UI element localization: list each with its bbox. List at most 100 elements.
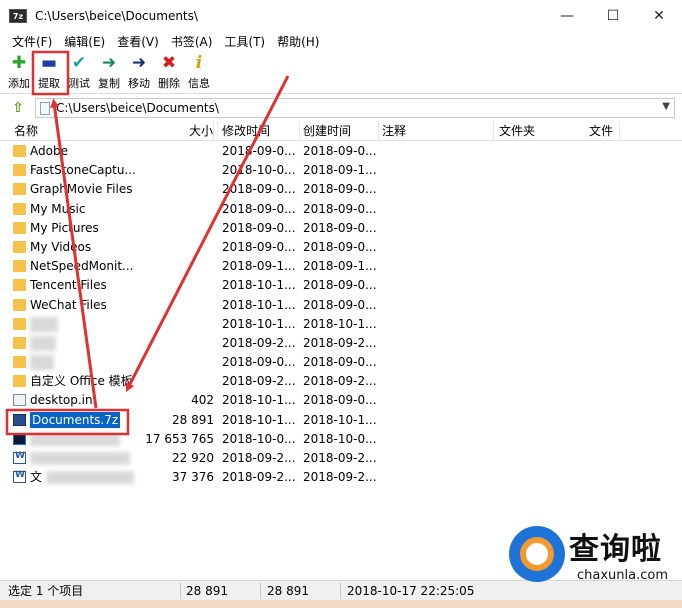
word-document-icon: [13, 451, 26, 464]
menu-tools[interactable]: 工具(T): [218, 33, 271, 50]
table-row[interactable]: My Pictures 2018-09-0... 2018-09-0...: [0, 219, 682, 238]
folder-icon: [13, 202, 26, 215]
table-row[interactable]: Tencent Files 2018-10-1... 2018-09-0...: [0, 276, 682, 295]
photoshop-file-icon: [13, 432, 26, 445]
table-row[interactable]: WeChat Files 2018-10-1... 2018-09-0...: [0, 296, 682, 315]
row-created: 2018-09-0...: [303, 297, 377, 312]
title-bar: 7z C:\Users\beice\Documents\ — ☐ ✕: [0, 0, 682, 32]
row-size: [138, 238, 214, 257]
delete-button[interactable]: ✖ 删除: [154, 50, 184, 94]
row-modified: 2018-09-0...: [222, 144, 296, 158]
blurred-name: [30, 452, 130, 465]
row-modified: 2018-09-0...: [222, 220, 296, 235]
table-row[interactable]: 2018-09-0... 2018-09-0...: [0, 353, 682, 372]
menu-help[interactable]: 帮助(H): [271, 33, 325, 50]
row-size: [138, 276, 214, 295]
column-header-size[interactable]: 大小: [138, 121, 218, 141]
blurred-name: [30, 335, 56, 351]
row-size: [138, 180, 214, 199]
folder-icon: [13, 317, 26, 330]
blurred-name: [30, 316, 58, 332]
arrow-right-icon: ➜: [101, 52, 117, 73]
table-row[interactable]: 17 653 765 2018-10-0... 2018-10-0...: [0, 430, 682, 449]
folder-icon: [13, 164, 26, 177]
table-row[interactable]: Adobe 2018-09-0... 2018-09-0...: [0, 142, 682, 161]
table-row[interactable]: FastStoneCaptu... 2018-10-0... 2018-09-1…: [0, 161, 682, 180]
column-header-files[interactable]: 文件: [575, 121, 620, 141]
folder-icon: [13, 145, 26, 157]
minus-icon: ▬: [40, 52, 58, 73]
address-input[interactable]: C:\Users\beice\Documents\ ▼: [35, 98, 675, 118]
move-button-label: 移动: [128, 77, 150, 90]
table-row-selected[interactable]: Documents.7z 28 891 2018-10-1... 2018-10…: [0, 411, 682, 430]
table-row[interactable]: 自定义 Office 模板 2018-09-2... 2018-09-2...: [0, 372, 682, 391]
extract-button[interactable]: ▬ 提取: [34, 50, 64, 94]
delete-button-label: 删除: [158, 77, 180, 90]
column-header-modified[interactable]: 修改时间: [222, 121, 300, 141]
table-row[interactable]: 22 920 2018-09-2... 2018-09-2...: [0, 449, 682, 468]
table-row[interactable]: My Videos 2018-09-0... 2018-09-0...: [0, 238, 682, 257]
add-button[interactable]: ✚ 添加: [4, 50, 34, 94]
table-row[interactable]: 2018-09-2... 2018-09-2...: [0, 334, 682, 353]
row-modified: 2018-10-0...: [222, 163, 296, 178]
blurred-name: [30, 432, 120, 446]
row-created: 2018-09-2...: [303, 335, 377, 350]
toolbar: ✚ 添加 ▬ 提取 ✔ 测试 ➜ 复制 ➜ 移动 ✖ 删除 i 信息: [0, 50, 682, 94]
row-modified: 2018-10-1...: [222, 297, 296, 312]
table-row[interactable]: desktop.ini 402 2018-10-1... 2018-09-0..…: [0, 391, 682, 410]
row-created: 2018-09-0...: [303, 144, 377, 158]
row-created: 2018-09-0...: [303, 239, 377, 254]
plus-icon: ✚: [11, 52, 27, 73]
column-header-folders[interactable]: 文件夹: [497, 121, 539, 141]
add-button-label: 添加: [8, 77, 30, 90]
window-controls: — ☐ ✕: [544, 0, 682, 32]
row-modified: 2018-10-0...: [222, 431, 296, 446]
logo-search-icon: [509, 526, 565, 582]
info-button[interactable]: i 信息: [184, 50, 214, 94]
maximize-button[interactable]: ☐: [590, 0, 636, 32]
status-packed-size: 28 891: [267, 584, 309, 598]
folder-icon: [13, 221, 26, 234]
row-modified: 2018-09-0...: [222, 201, 296, 216]
test-button[interactable]: ✔ 测试: [64, 50, 94, 94]
row-size: 28 891: [172, 412, 214, 427]
minimize-button[interactable]: —: [544, 0, 590, 32]
row-modified: 2018-09-2...: [222, 451, 296, 465]
row-name: Documents.7z: [30, 411, 140, 430]
row-name: 自定义 Office 模板: [30, 374, 133, 389]
folder-up-icon[interactable]: ⇧: [7, 97, 29, 119]
watermark-logo: 查询啦 chaxunla.com: [505, 520, 675, 590]
table-row[interactable]: 文 37 376 2018-09-2... 2018-09-2...: [0, 468, 682, 487]
info-icon: i: [195, 52, 203, 73]
watermark-text-en: chaxunla.com: [577, 568, 668, 583]
table-row[interactable]: 2018-10-1... 2018-10-1...: [0, 315, 682, 334]
arrow-right-icon: ➜: [131, 52, 147, 73]
menu-edit[interactable]: 编辑(E): [58, 33, 111, 50]
menu-file[interactable]: 文件(F): [6, 33, 58, 50]
column-header-created[interactable]: 创建时间: [303, 121, 379, 141]
row-name: Tencent Files: [30, 278, 107, 293]
row-name: Adobe: [30, 144, 68, 158]
row-modified: 2018-09-2...: [222, 374, 296, 389]
column-header-comment[interactable]: 注释: [382, 121, 494, 141]
move-button[interactable]: ➜ 移动: [124, 50, 154, 94]
settings-file-icon: [13, 394, 26, 407]
file-list: Adobe 2018-09-0... 2018-09-0... FastSton…: [0, 142, 682, 487]
chevron-down-icon[interactable]: ▼: [662, 101, 670, 112]
table-row[interactable]: GraphMovie Files 2018-09-0... 2018-09-0.…: [0, 180, 682, 199]
folder-icon: [13, 356, 26, 369]
row-created: 2018-09-0...: [303, 220, 377, 235]
close-button[interactable]: ✕: [636, 0, 682, 32]
row-modified: 2018-09-2...: [222, 470, 296, 485]
menu-view[interactable]: 查看(V): [111, 33, 165, 50]
row-created: 2018-09-0...: [303, 393, 377, 408]
row-size: [138, 257, 214, 276]
copy-button[interactable]: ➜ 复制: [94, 50, 124, 94]
table-row[interactable]: My Music 2018-09-0... 2018-09-0...: [0, 200, 682, 219]
table-row[interactable]: NetSpeedMonit... 2018-09-1... 2018-09-1.…: [0, 257, 682, 276]
info-button-label: 信息: [188, 77, 210, 90]
list-header: 名称 大小 修改时间 创建时间 注释 文件夹 文件: [0, 121, 682, 141]
menu-bookmarks[interactable]: 书签(A): [165, 33, 219, 50]
row-modified: 2018-10-1...: [222, 316, 296, 331]
status-modified: 2018-10-17 22:25:05: [347, 584, 475, 598]
